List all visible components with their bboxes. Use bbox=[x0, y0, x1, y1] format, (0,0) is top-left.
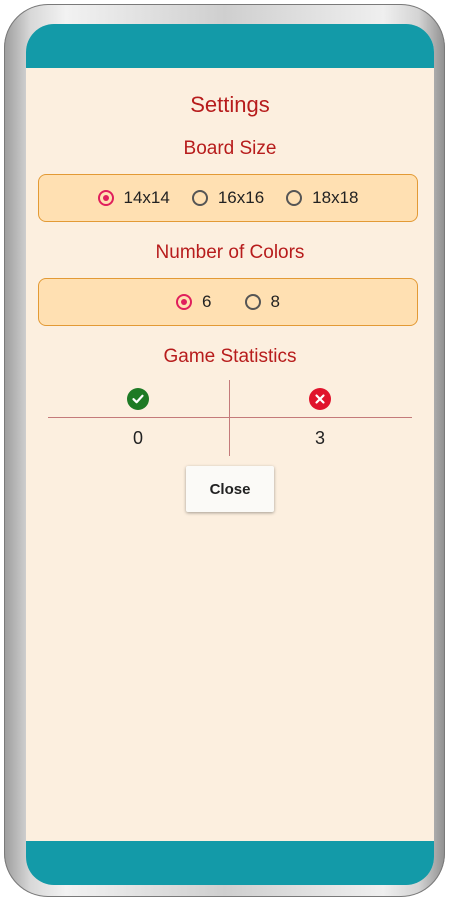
statistics-table: 0 3 bbox=[48, 380, 412, 456]
board-size-option-label: 14x14 bbox=[123, 188, 170, 207]
close-button[interactable]: Close bbox=[186, 466, 274, 512]
colors-option-8[interactable]: 8 bbox=[244, 292, 280, 312]
statistics-label: Game Statistics bbox=[163, 346, 297, 367]
radio-unchecked-icon[interactable] bbox=[244, 294, 261, 310]
colors-option-6[interactable]: 6 bbox=[176, 292, 212, 312]
x-circle-icon bbox=[309, 388, 331, 410]
board-size-option-16x16[interactable]: 16x16 bbox=[191, 188, 265, 208]
radio-unchecked-icon[interactable] bbox=[191, 190, 208, 206]
colors-option-label: 6 bbox=[202, 292, 212, 311]
colors-label: Number of Colors bbox=[155, 242, 305, 263]
statistics-divider bbox=[229, 380, 230, 456]
board-size-option-18x18[interactable]: 18x18 bbox=[286, 188, 358, 208]
board-size-option-14x14[interactable]: 14x14 bbox=[97, 188, 170, 208]
colors-options: 6 8 bbox=[38, 278, 418, 326]
radio-checked-icon[interactable] bbox=[97, 190, 114, 206]
radio-checked-icon[interactable] bbox=[176, 294, 193, 310]
wins-count: 0 bbox=[132, 428, 143, 448]
bottom-bar bbox=[26, 841, 434, 885]
radio-unchecked-icon[interactable] bbox=[286, 190, 303, 206]
phone-frame: Settings Board Size 14x14 16x16 18x18 Nu… bbox=[4, 4, 445, 897]
losses-count: 3 bbox=[314, 428, 325, 448]
board-size-options: 14x14 16x16 18x18 bbox=[38, 174, 418, 222]
top-bar bbox=[26, 24, 434, 68]
board-size-option-label: 18x18 bbox=[312, 188, 359, 207]
check-circle-icon bbox=[127, 388, 149, 410]
colors-option-label: 8 bbox=[270, 292, 280, 311]
dialog-title: Settings bbox=[190, 92, 270, 117]
board-size-label: Board Size bbox=[183, 138, 277, 159]
statistics-divider bbox=[48, 417, 412, 418]
board-size-option-label: 16x16 bbox=[217, 188, 265, 207]
screen: Settings Board Size 14x14 16x16 18x18 Nu… bbox=[26, 24, 434, 885]
